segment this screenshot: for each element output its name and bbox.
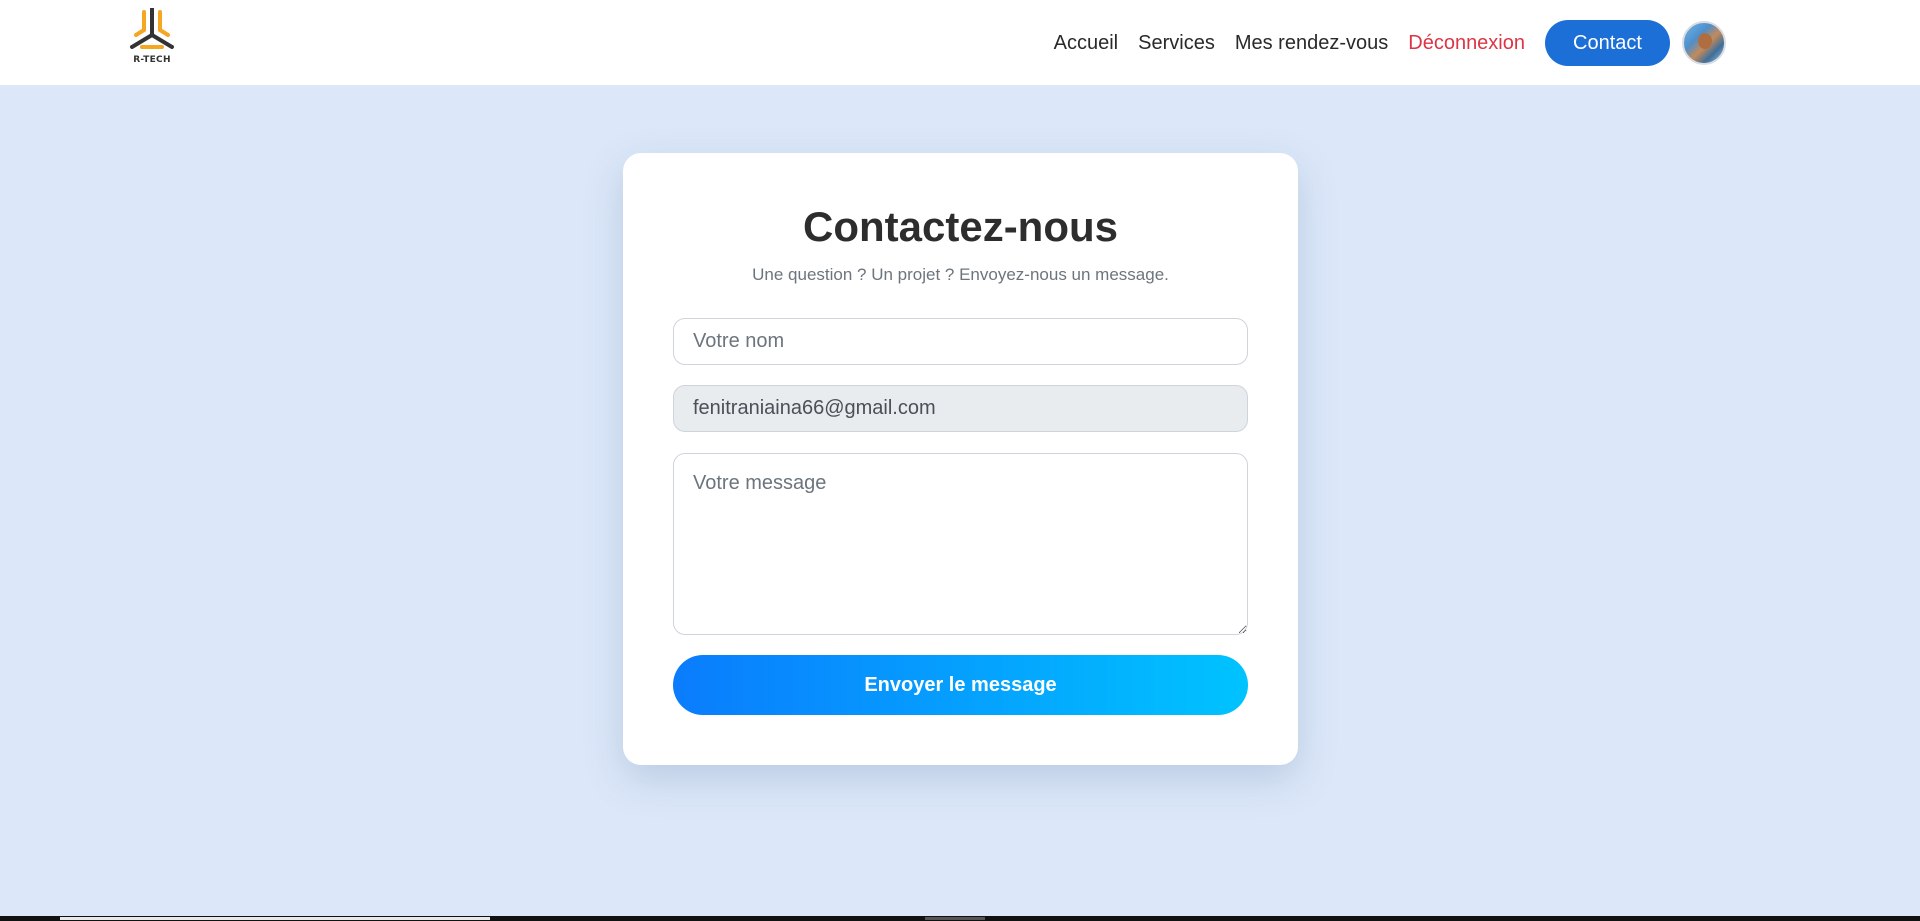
contact-card: Contactez-nous Une question ? Un projet … xyxy=(623,153,1298,765)
nav-link-deconnexion[interactable]: Déconnexion xyxy=(1408,32,1525,55)
main-nav: Accueil Services Mes rendez-vous Déconne… xyxy=(1054,0,1920,86)
brand-name: R-TECH xyxy=(133,55,171,65)
nav-link-mes-rendez-vous[interactable]: Mes rendez-vous xyxy=(1235,32,1388,55)
user-avatar-icon[interactable] xyxy=(1682,21,1726,65)
nav-link-accueil[interactable]: Accueil xyxy=(1054,32,1118,55)
page-title: Contactez-nous xyxy=(803,203,1118,250)
page-subtitle: Une question ? Un projet ? Envoyez-nous … xyxy=(752,265,1169,284)
taskbar-segment xyxy=(925,917,985,920)
taskbar-segment xyxy=(60,917,490,920)
nav-link-services[interactable]: Services xyxy=(1138,32,1215,55)
brand-logo[interactable]: R-TECH xyxy=(126,8,178,70)
send-message-button[interactable]: Envoyer le message xyxy=(673,655,1248,715)
navbar: R-TECH Accueil Services Mes rendez-vous … xyxy=(0,0,1920,86)
name-input[interactable] xyxy=(673,318,1248,365)
email-field[interactable] xyxy=(673,385,1248,432)
contact-button[interactable]: Contact xyxy=(1545,20,1670,66)
tri-arms-logo-icon xyxy=(130,8,174,49)
message-textarea[interactable] xyxy=(673,453,1248,635)
